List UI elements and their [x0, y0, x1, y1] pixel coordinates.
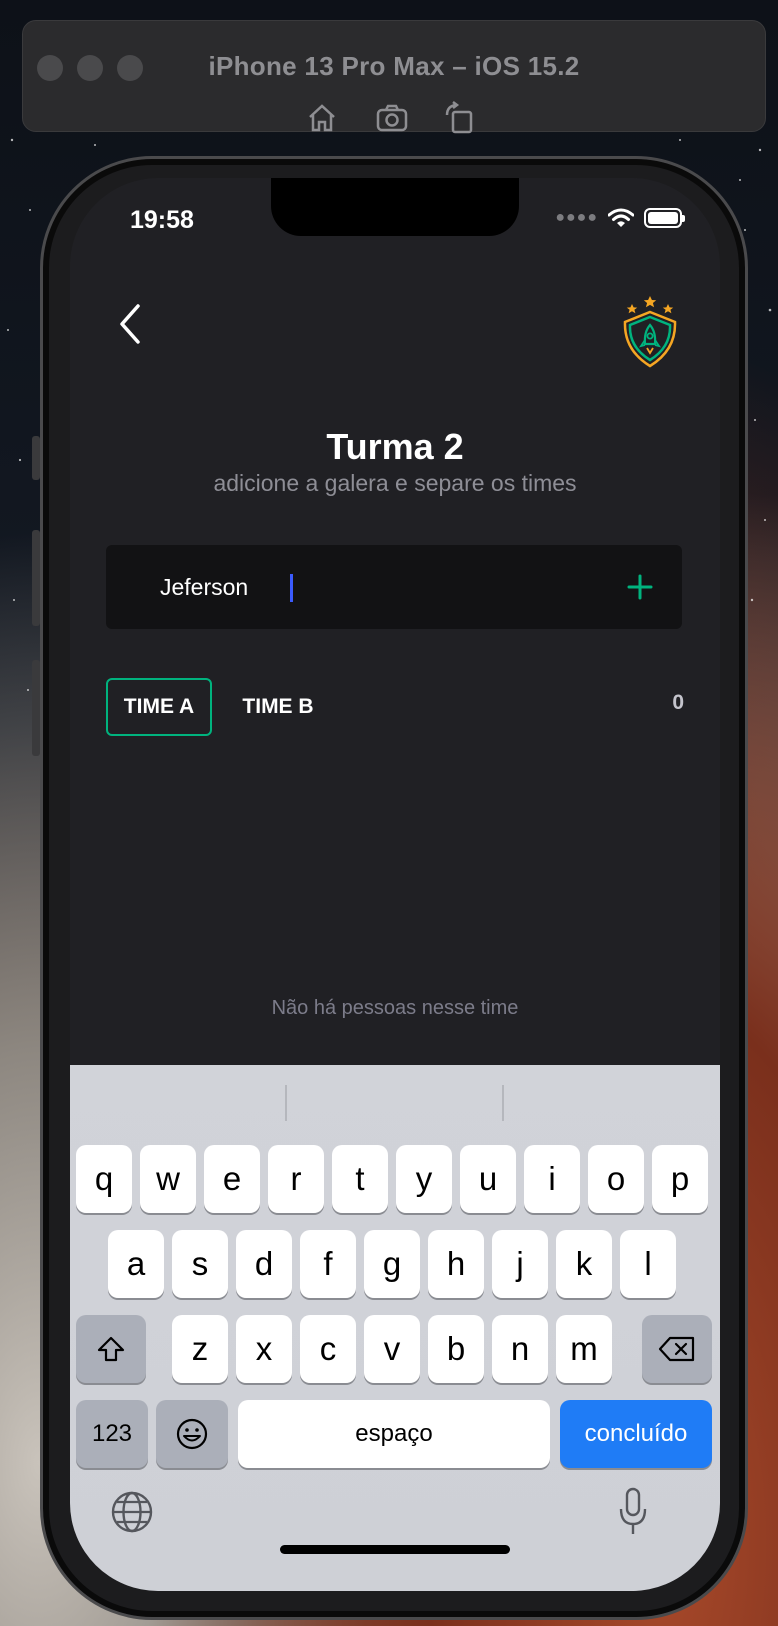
mute-switch: [32, 436, 40, 480]
suggestion-divider: [285, 1085, 287, 1121]
simulator-title-bar: iPhone 13 Pro Max – iOS 15.2: [22, 20, 766, 135]
participant-name-input[interactable]: [160, 545, 600, 629]
key-j[interactable]: j: [492, 1230, 548, 1298]
page-subtitle: adicione a galera e separe os times: [213, 470, 577, 496]
status-time: 19:58: [130, 206, 194, 234]
plus-icon[interactable]: [624, 571, 656, 603]
key-t[interactable]: t: [332, 1145, 388, 1213]
battery-icon: [644, 208, 685, 228]
suggestion-divider: [502, 1085, 504, 1121]
page-title: Turma 2: [326, 426, 464, 467]
key-n[interactable]: n: [492, 1315, 548, 1383]
key-e[interactable]: e: [204, 1145, 260, 1213]
shield-rocket-logo: [623, 296, 677, 368]
participant-input-box: [106, 545, 682, 629]
key-b[interactable]: b: [428, 1315, 484, 1383]
key-c[interactable]: c: [300, 1315, 356, 1383]
key-p[interactable]: p: [652, 1145, 708, 1213]
numbers-key[interactable]: 123: [76, 1400, 148, 1468]
key-w[interactable]: w: [140, 1145, 196, 1213]
microphone-icon[interactable]: [618, 1487, 648, 1537]
key-h[interactable]: h: [428, 1230, 484, 1298]
space-key[interactable]: espaço: [238, 1400, 550, 1468]
volume-up-button: [32, 530, 40, 626]
simulator-title: iPhone 13 Pro Max – iOS 15.2: [208, 51, 580, 81]
app-screen: 19:58 ●●●● Turma 2 adicione a galera e s…: [70, 178, 720, 1591]
team-member-count: 0: [672, 691, 684, 714]
key-f[interactable]: f: [300, 1230, 356, 1298]
key-x[interactable]: x: [236, 1315, 292, 1383]
text-caret: [290, 574, 293, 602]
notch: [271, 178, 519, 236]
shift-icon: [97, 1336, 125, 1362]
globe-icon[interactable]: [110, 1490, 154, 1534]
key-d[interactable]: d: [236, 1230, 292, 1298]
key-q[interactable]: q: [76, 1145, 132, 1213]
wifi-icon: [608, 208, 634, 227]
delete-key[interactable]: [642, 1315, 712, 1383]
key-l[interactable]: l: [620, 1230, 676, 1298]
rotate-icon[interactable]: [443, 101, 477, 135]
cellular-icon: ●●●●: [555, 209, 598, 226]
shift-key[interactable]: [76, 1315, 146, 1383]
key-v[interactable]: v: [364, 1315, 420, 1383]
done-key[interactable]: concluído: [560, 1400, 712, 1468]
ios-keyboard: q w e r t y u i o p a s d f g h j k l z …: [70, 1065, 720, 1591]
home-indicator: [280, 1545, 510, 1554]
key-z[interactable]: z: [172, 1315, 228, 1383]
key-u[interactable]: u: [460, 1145, 516, 1213]
key-a[interactable]: a: [108, 1230, 164, 1298]
volume-down-button: [32, 660, 40, 756]
emoji-icon: [176, 1418, 208, 1450]
emoji-key[interactable]: [156, 1400, 228, 1468]
key-g[interactable]: g: [364, 1230, 420, 1298]
key-o[interactable]: o: [588, 1145, 644, 1213]
key-y[interactable]: y: [396, 1145, 452, 1213]
key-r[interactable]: r: [268, 1145, 324, 1213]
key-m[interactable]: m: [556, 1315, 612, 1383]
tab-time-b[interactable]: TIME B: [228, 678, 328, 736]
home-icon[interactable]: [305, 101, 339, 135]
screenshot-icon[interactable]: [375, 101, 409, 135]
key-s[interactable]: s: [172, 1230, 228, 1298]
tab-time-a[interactable]: TIME A: [106, 678, 212, 736]
empty-list-message: Não há pessoas nesse time: [271, 997, 519, 1019]
key-k[interactable]: k: [556, 1230, 612, 1298]
chevron-left-icon[interactable]: [112, 300, 152, 348]
key-i[interactable]: i: [524, 1145, 580, 1213]
delete-icon: [658, 1336, 695, 1362]
status-icons: ●●●●: [555, 208, 685, 228]
